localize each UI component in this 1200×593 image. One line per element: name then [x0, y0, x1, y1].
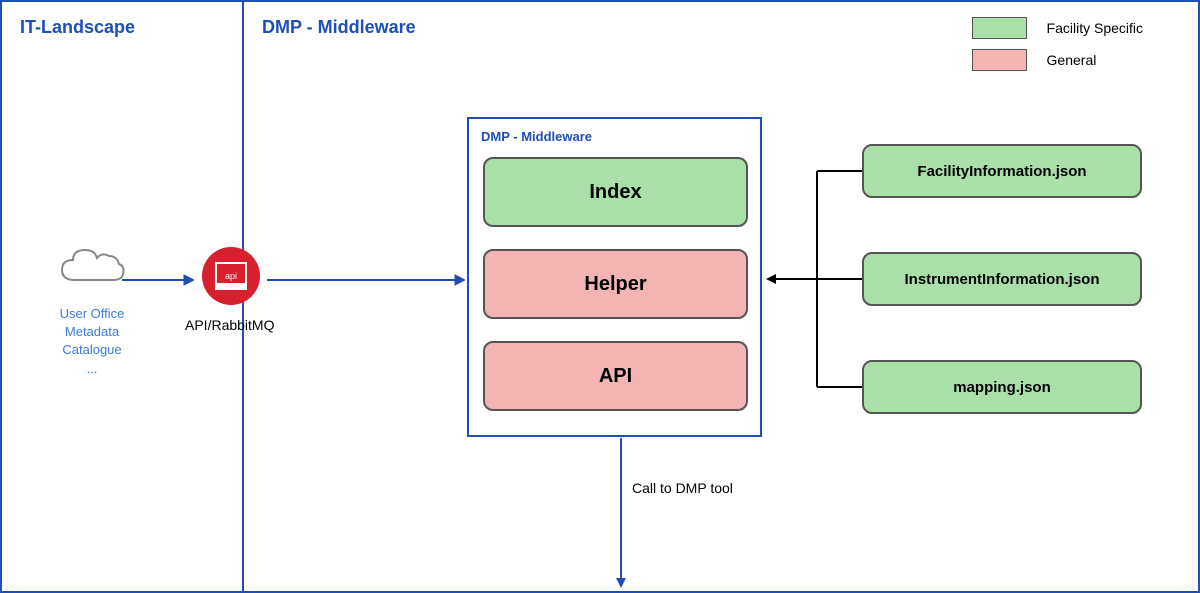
cloud-labels: User Office Metadata Catalogue ... — [42, 305, 142, 378]
diagram-canvas: IT-Landscape DMP - Middleware User Offic… — [0, 0, 1200, 593]
cloud-label-2: Metadata Catalogue — [42, 323, 142, 359]
cloud-icon — [57, 242, 127, 292]
arrow-cloud-to-api — [122, 270, 194, 290]
legend: Facility Specific General — [972, 17, 1143, 81]
legend-label-general: General — [1047, 52, 1097, 68]
json-facility-label: FacilityInformation.json — [917, 163, 1086, 180]
json-facility-info: FacilityInformation.json — [862, 144, 1142, 198]
legend-label-facility: Facility Specific — [1047, 20, 1143, 36]
legend-swatch-pink — [972, 49, 1027, 71]
api-bar — [217, 283, 245, 288]
json-instrument-label: InstrumentInformation.json — [905, 271, 1100, 288]
box-index-label: Index — [589, 181, 641, 204]
api-node: api — [202, 247, 260, 305]
api-node-label: API/RabbitMQ — [185, 317, 274, 333]
json-mapping-label: mapping.json — [953, 379, 1051, 396]
cloud-label-1: User Office — [42, 305, 142, 323]
json-instrument-info: InstrumentInformation.json — [862, 252, 1142, 306]
legend-swatch-green — [972, 17, 1027, 39]
arrow-api-to-middleware — [267, 270, 465, 290]
json-mapping: mapping.json — [862, 360, 1142, 414]
arrow-json-to-middleware — [762, 167, 862, 392]
box-api: API — [483, 341, 748, 411]
api-inner-text: api — [225, 271, 237, 281]
right-section-title: DMP - Middleware — [262, 17, 416, 38]
arrow-call-to-dmp — [611, 438, 631, 588]
box-helper-label: Helper — [584, 273, 646, 296]
left-section-title: IT-Landscape — [20, 17, 135, 38]
legend-general: General — [972, 49, 1143, 71]
middleware-container: DMP - Middleware Index Helper API — [467, 117, 762, 437]
cloud-label-3: ... — [42, 360, 142, 378]
box-index: Index — [483, 157, 748, 227]
box-helper: Helper — [483, 249, 748, 319]
call-to-dmp-label: Call to DMP tool — [632, 480, 733, 496]
box-api-label: API — [599, 365, 632, 388]
cloud-source: User Office Metadata Catalogue ... — [42, 242, 142, 378]
api-inner-icon: api — [215, 262, 247, 290]
legend-facility-specific: Facility Specific — [972, 17, 1143, 39]
middleware-title: DMP - Middleware — [481, 129, 592, 144]
